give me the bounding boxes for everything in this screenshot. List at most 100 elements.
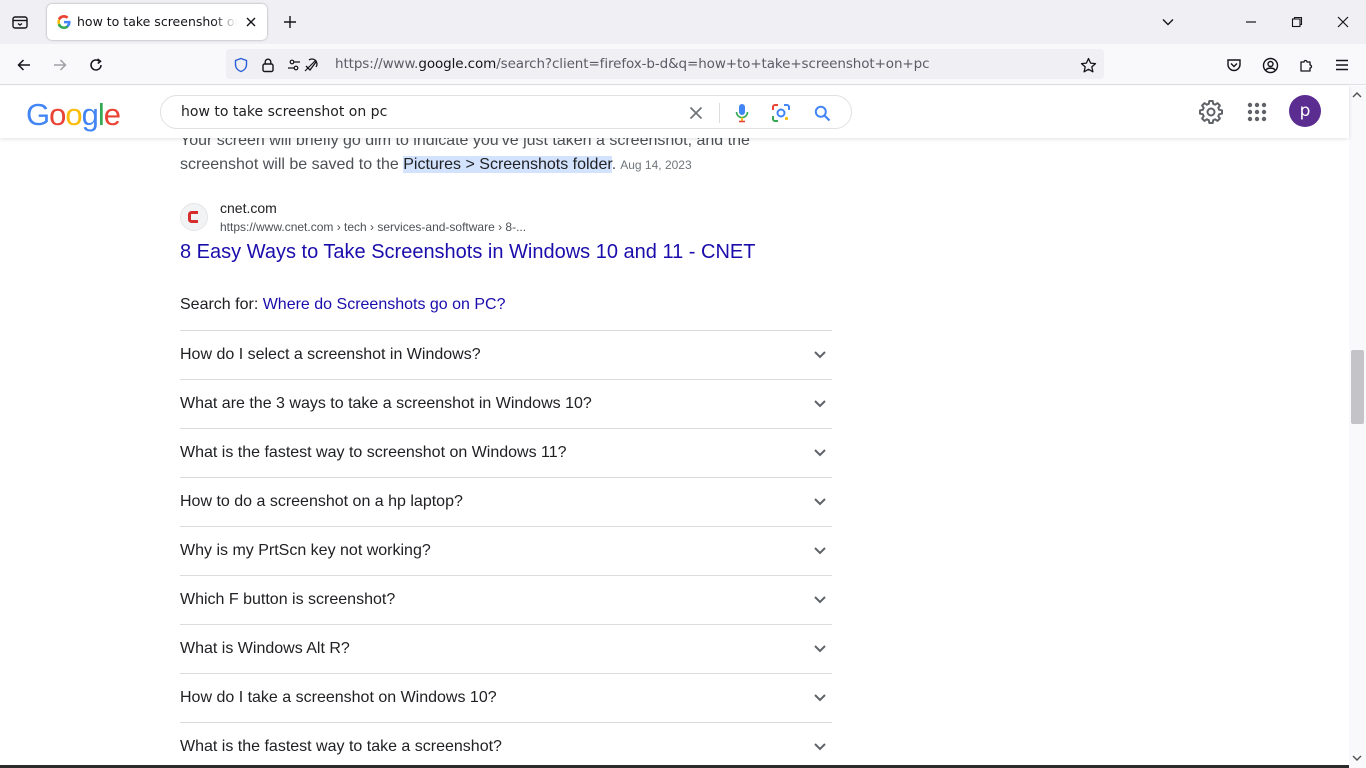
permissions-icon (288, 58, 318, 72)
close-icon (689, 106, 703, 120)
logo-letter: o (65, 97, 82, 132)
chevron-down-icon (814, 449, 826, 457)
paa-item[interactable]: What is Windows Alt R? (180, 624, 832, 673)
paa-item[interactable]: How to do a screenshot on a hp laptop? (180, 477, 832, 526)
logo-letter: G (26, 97, 50, 132)
snippet-date: Aug 14, 2023 (620, 158, 692, 172)
google-favicon-icon (57, 15, 71, 29)
site-url: https://www.cnet.com › tech › services-a… (220, 220, 527, 234)
settings-button[interactable] (1198, 99, 1224, 125)
paa-item[interactable]: How do I select a screenshot in Windows? (180, 330, 832, 379)
search-for-link[interactable]: Where do Screenshots go on PC? (263, 296, 506, 313)
logo-letter: e (103, 97, 121, 132)
account-icon (1262, 57, 1278, 73)
bookmark-star-button[interactable] (1079, 56, 1097, 74)
arrow-left-icon (17, 59, 30, 71)
google-logo[interactable]: Google (26, 97, 121, 133)
result-title-link[interactable]: 8 Easy Ways to Take Screenshots in Windo… (180, 241, 755, 264)
navigation-toolbar: https://www.google.com/search?client=fir… (0, 44, 1366, 85)
back-button[interactable] (11, 52, 37, 78)
list-all-tabs-button[interactable] (8, 10, 32, 34)
paa-question: How do I select a screenshot in Windows? (180, 346, 481, 363)
lens-search-button[interactable] (770, 102, 792, 124)
search-for-suggestion: Search for: Where do Screenshots go on P… (180, 296, 506, 314)
lock-icon (262, 58, 274, 73)
paa-question: How to do a screenshot on a hp laptop? (180, 493, 463, 510)
paa-question: What is Windows Alt R? (180, 640, 350, 657)
logo-letter: g (81, 97, 99, 132)
chevron-down-icon (1162, 19, 1174, 26)
scroll-up-icon[interactable] (1351, 89, 1363, 101)
puzzle-icon (1299, 59, 1312, 72)
paa-question: What is the fastest way to take a screen… (180, 738, 502, 755)
account-avatar[interactable]: p (1289, 95, 1321, 127)
paa-item[interactable]: Why is my PrtScn key not working? (180, 526, 832, 575)
page-scrollbar[interactable] (1349, 86, 1366, 768)
arrow-right-icon (54, 59, 67, 71)
plus-icon (284, 16, 296, 28)
apps-grid-icon (1247, 102, 1267, 122)
extensions-button[interactable] (1293, 52, 1319, 78)
paa-question: How do I take a screenshot on Windows 10… (180, 689, 497, 706)
search-for-label: Search for: (180, 296, 263, 313)
search-icon (814, 105, 830, 121)
google-header: Google how to take screenshot on pc p (0, 86, 1349, 138)
paa-item[interactable]: What is the fastest way to screenshot on… (180, 428, 832, 477)
minimize-icon (1246, 21, 1256, 23)
site-name: cnet.com (220, 200, 277, 216)
search-box[interactable]: how to take screenshot on pc (160, 95, 852, 129)
close-icon (246, 17, 256, 27)
voice-search-button[interactable] (731, 102, 753, 124)
chevron-down-icon (814, 645, 826, 653)
paa-item[interactable]: What are the 3 ways to take a screenshot… (180, 379, 832, 428)
reload-icon (90, 58, 102, 71)
tracking-protection-button[interactable] (232, 56, 250, 74)
search-input[interactable]: how to take screenshot on pc (181, 104, 387, 120)
snippet-highlight: Pictures > Screenshots folder (403, 156, 612, 173)
paa-item[interactable]: Which F button is screenshot? (180, 575, 832, 624)
permissions-button[interactable] (286, 56, 320, 74)
forward-button[interactable] (47, 52, 73, 78)
minimize-button[interactable] (1237, 8, 1265, 36)
url-text: https://www.google.com/search?client=fir… (335, 56, 930, 72)
save-to-pocket-button[interactable] (1221, 52, 1247, 78)
scrollbar-thumb[interactable] (1351, 350, 1364, 424)
close-window-button[interactable] (1329, 8, 1357, 36)
close-icon (1337, 16, 1349, 28)
new-tab-button[interactable] (280, 12, 300, 32)
address-bar[interactable]: https://www.google.com/search?client=fir… (226, 49, 1104, 79)
close-tab-button[interactable] (241, 12, 261, 32)
chevron-down-icon (814, 400, 826, 408)
restore-button[interactable] (1283, 8, 1311, 36)
chevron-down-icon (814, 694, 826, 702)
paa-item[interactable]: How do I take a screenshot on Windows 10… (180, 673, 832, 722)
hamburger-menu-icon (1336, 59, 1348, 71)
camera-lens-icon (772, 104, 790, 122)
search-submit-button[interactable] (811, 102, 833, 124)
star-icon (1080, 57, 1096, 72)
search-divider (719, 103, 720, 123)
chevron-down-icon (814, 596, 826, 604)
google-apps-button[interactable] (1244, 99, 1270, 125)
scroll-down-icon[interactable] (1351, 752, 1363, 764)
logo-letter: o (49, 97, 66, 132)
paa-question: Why is my PrtScn key not working? (180, 542, 431, 559)
paa-question: Which F button is screenshot? (180, 591, 396, 608)
gear-icon (1199, 100, 1223, 124)
shield-icon (234, 57, 248, 73)
microphone-icon (735, 104, 749, 123)
tab-title: how to take screenshot on pc - Google Se… (77, 14, 237, 29)
clear-search-button[interactable] (685, 102, 707, 124)
restore-icon (1291, 16, 1303, 28)
active-tab[interactable]: how to take screenshot on pc - Google Se… (47, 4, 267, 40)
tab-strip: how to take screenshot on pc - Google Se… (0, 0, 1366, 44)
tab-overflow-button[interactable] (1154, 8, 1182, 36)
site-security-button[interactable] (259, 56, 277, 74)
cnet-favicon-icon (180, 203, 208, 231)
app-menu-button[interactable] (1329, 52, 1355, 78)
snippet-line-2: screenshot will be saved to the Pictures… (180, 156, 692, 173)
account-button[interactable] (1257, 52, 1283, 78)
paa-item[interactable]: What is the fastest way to take a screen… (180, 722, 832, 768)
reload-button[interactable] (83, 52, 109, 78)
chevron-down-icon (814, 498, 826, 506)
